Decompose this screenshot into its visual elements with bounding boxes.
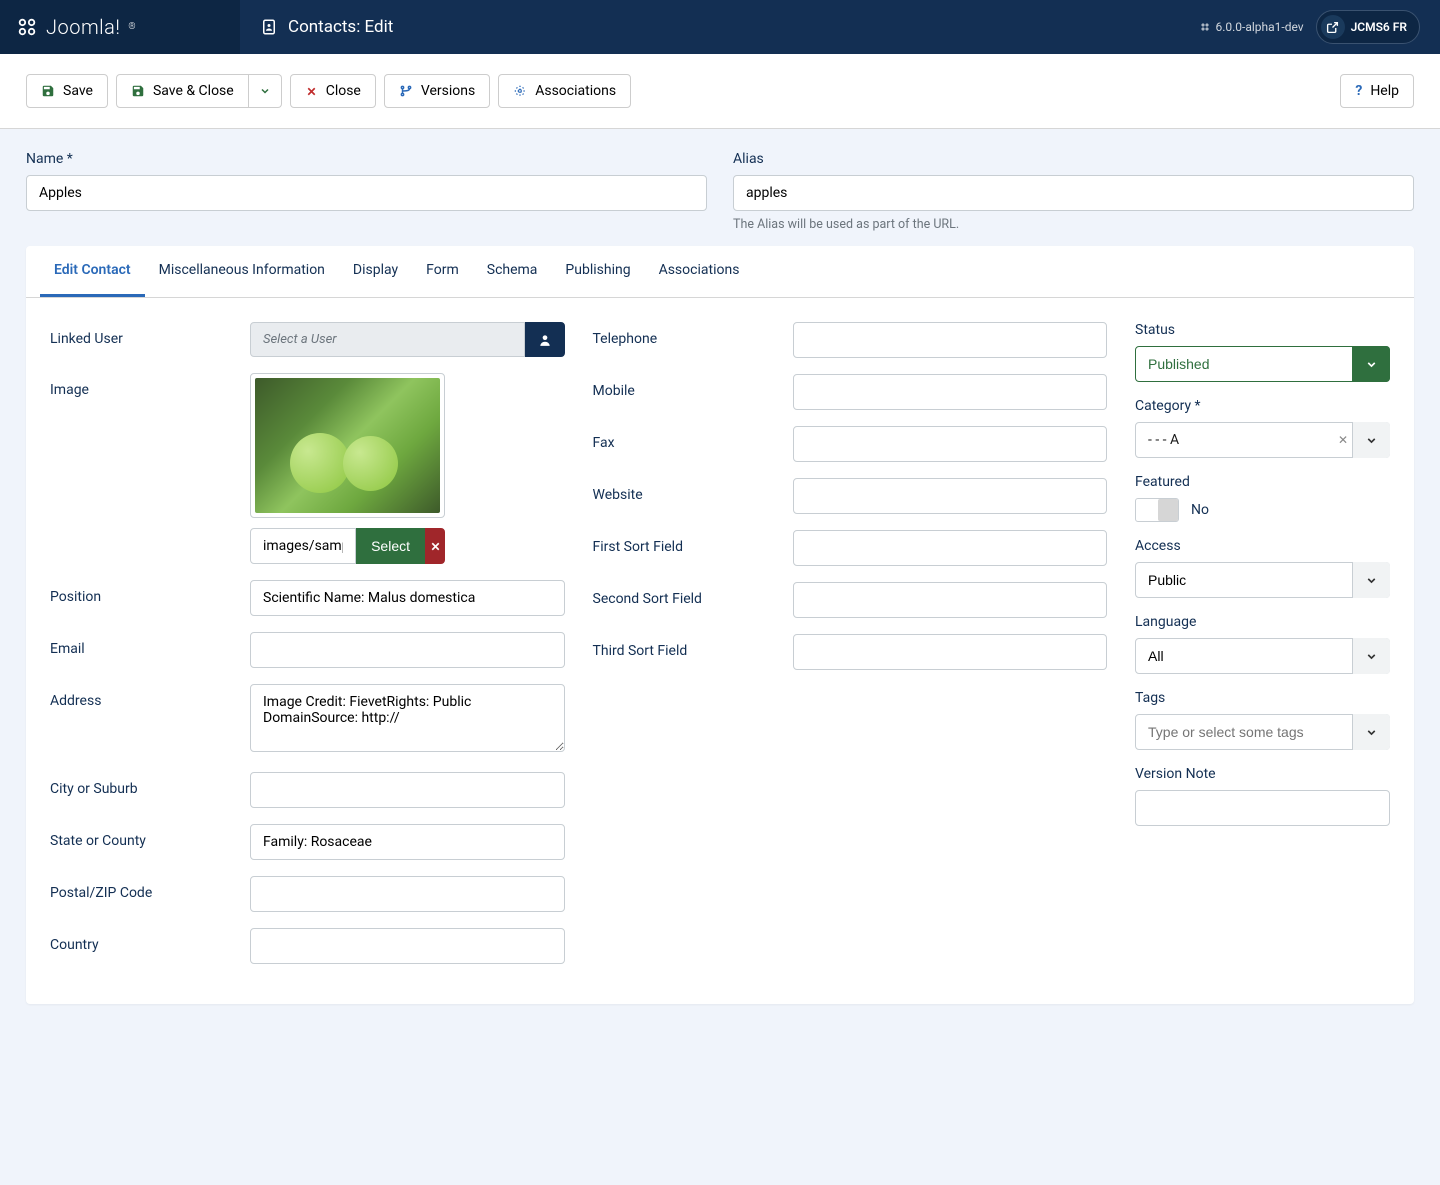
status-select[interactable]: Published [1135,346,1390,382]
featured-label: Featured [1135,474,1190,490]
chevron-down-icon [259,85,271,97]
image-clear-button[interactable] [425,528,445,564]
user-icon [538,333,552,347]
select-user-button[interactable] [525,322,565,357]
mobile-input[interactable] [793,374,1108,410]
save-icon [131,84,145,98]
position-label: Position [50,580,250,605]
question-icon: ? [1355,83,1362,99]
associations-icon [513,84,527,98]
access-label: Access [1135,538,1181,554]
position-input[interactable] [250,580,565,616]
status-label: Status [1135,322,1175,338]
tab-bar: Edit Contact Miscellaneous Information D… [26,246,1414,298]
tags-select[interactable] [1135,714,1390,750]
tab-misc-info[interactable]: Miscellaneous Information [145,246,339,297]
brand-area[interactable]: Joomla! ® [0,0,240,54]
alias-input[interactable] [733,175,1414,211]
close-button[interactable]: Close [290,74,376,108]
tab-schema[interactable]: Schema [473,246,552,297]
save-dropdown-button[interactable] [249,74,282,108]
website-input[interactable] [793,478,1108,514]
user-menu[interactable]: JCMS6 FR [1316,10,1420,44]
fax-label: Fax [593,426,793,451]
form-column-1: Linked User Select a User Image [50,322,565,980]
fax-input[interactable] [793,426,1108,462]
access-select[interactable]: Public [1135,562,1390,598]
associations-button[interactable]: Associations [498,74,631,108]
country-label: Country [50,928,250,953]
save-close-button[interactable]: Save & Close [116,74,249,108]
close-icon [305,85,318,98]
image-label: Image [50,373,250,398]
address-textarea[interactable]: Image Credit: FievetRights: Public Domai… [250,684,565,752]
version-note-input[interactable] [1135,790,1390,826]
joomla-logo-icon [16,16,38,38]
linked-user-display: Select a User [250,322,525,357]
postal-input[interactable] [250,876,565,912]
featured-toggle[interactable] [1135,498,1179,522]
website-label: Website [593,478,793,503]
tab-display[interactable]: Display [339,246,412,297]
versions-button[interactable]: Versions [384,74,490,108]
branch-icon [399,84,413,98]
tags-input[interactable] [1135,714,1390,750]
image-select-button[interactable]: Select [356,528,425,564]
first-sort-input[interactable] [793,530,1108,566]
mobile-label: Mobile [593,374,793,399]
main-card: Edit Contact Miscellaneous Information D… [26,246,1414,1004]
state-input[interactable] [250,824,565,860]
email-label: Email [50,632,250,657]
save-button[interactable]: Save [26,74,108,108]
tab-associations[interactable]: Associations [645,246,754,297]
category-label: Category * [1135,398,1201,414]
name-input[interactable] [26,175,707,211]
title-fields: Name * Alias The Alias will be used as p… [0,129,1440,246]
postal-label: Postal/ZIP Code [50,876,250,901]
contacts-icon [260,18,278,36]
action-toolbar: Save Save & Close Close Versions Associa… [0,54,1440,129]
version-note-label: Version Note [1135,766,1216,782]
save-icon [41,84,55,98]
telephone-input[interactable] [793,322,1108,358]
version-link[interactable]: 6.0.0-alpha1-dev [1199,20,1303,34]
form-sidebar: Status Published Category * - - - A ✕ Fe… [1135,322,1390,980]
tags-label: Tags [1135,690,1165,706]
form-column-2: Telephone Mobile Fax Website First Sort … [593,322,1108,980]
linked-user-label: Linked User [50,322,250,347]
tab-edit-contact[interactable]: Edit Contact [40,246,145,297]
admin-header: Joomla! ® Contacts: Edit 6.0.0-alpha1-de… [0,0,1440,54]
tab-form[interactable]: Form [412,246,473,297]
address-label: Address [50,684,250,709]
third-sort-label: Third Sort Field [593,634,793,659]
country-input[interactable] [250,928,565,964]
alias-hint: The Alias will be used as part of the UR… [733,217,1414,232]
state-label: State or County [50,824,250,849]
language-label: Language [1135,614,1196,630]
page-title: Edit [365,17,394,37]
page-title-prefix: Contacts: [288,17,360,37]
close-icon [429,540,442,553]
second-sort-input[interactable] [793,582,1108,618]
help-button[interactable]: ? Help [1340,74,1414,108]
category-clear-icon[interactable]: ✕ [1338,433,1348,447]
name-label: Name * [26,151,707,167]
joomla-small-icon [1199,21,1211,33]
second-sort-label: Second Sort Field [593,582,793,607]
category-select[interactable]: - - - A ✕ [1135,422,1390,458]
image-path-input[interactable] [250,528,356,564]
telephone-label: Telephone [593,322,793,347]
external-link-icon [1326,21,1339,34]
alias-label: Alias [733,151,1414,167]
featured-state: No [1191,502,1209,518]
third-sort-input[interactable] [793,634,1108,670]
brand-text: Joomla! [46,15,120,39]
first-sort-label: First Sort Field [593,530,793,555]
language-select[interactable]: All [1135,638,1390,674]
tab-publishing[interactable]: Publishing [551,246,644,297]
email-input[interactable] [250,632,565,668]
city-input[interactable] [250,772,565,808]
image-preview [250,373,445,518]
city-label: City or Suburb [50,772,250,797]
